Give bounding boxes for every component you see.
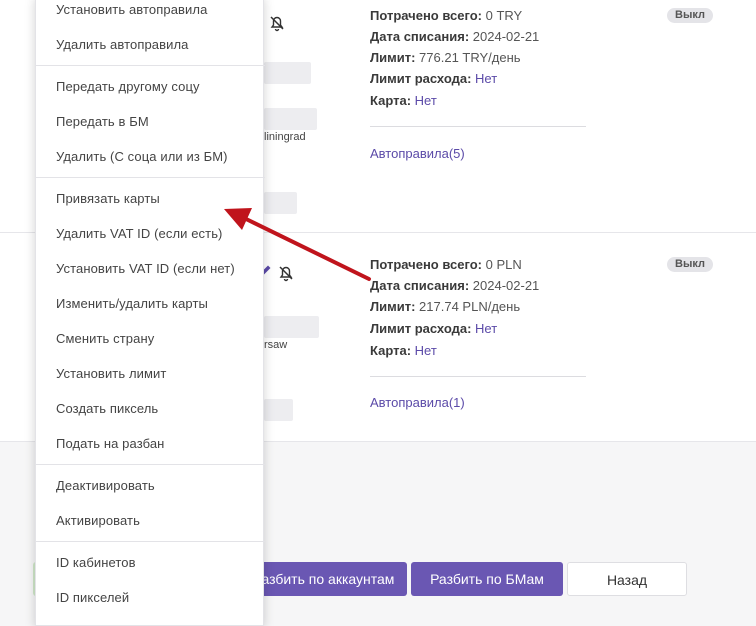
annotation-arrow [224, 208, 371, 281]
